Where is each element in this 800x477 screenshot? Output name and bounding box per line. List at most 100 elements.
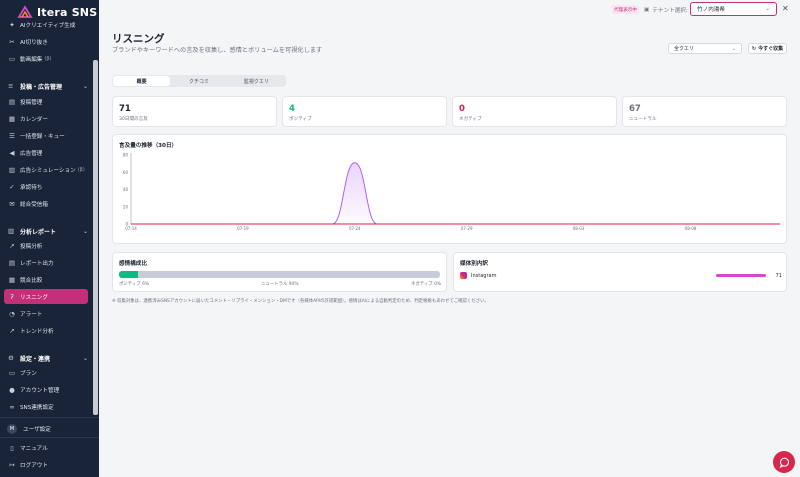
media-row-instagram: Instagram 71 xyxy=(460,271,782,280)
sidebar-item-video-edit[interactable]: ▭ 動画編集 (β) xyxy=(4,51,88,66)
sidebar-item-ad-simulation[interactable]: ▥ 広告シミュレーション (β) xyxy=(4,162,88,177)
sidebar-divider xyxy=(0,417,99,418)
sidebar-item-inbox[interactable]: ✉ 総合受信箱 xyxy=(4,196,88,211)
ear-icon: ʔ xyxy=(10,292,14,301)
user-settings-button[interactable]: M ユーザ設定 xyxy=(4,421,88,436)
sidebar-item-label: 総合受信箱 xyxy=(20,201,48,208)
series-area xyxy=(131,162,780,224)
query-select[interactable]: 全クエリ ⌄ xyxy=(668,43,742,54)
sidebar-item-ad-management[interactable]: ◀ 広告管理 xyxy=(4,145,88,160)
link-icon: ∞ xyxy=(9,402,15,411)
tenant-label: ▣ テナント選択: xyxy=(644,5,688,14)
stat-label: ニュートラル xyxy=(629,117,657,122)
list-icon: ☰ xyxy=(9,131,15,140)
sidebar-section-analytics[interactable]: ▥ 分析レポート ⌄ xyxy=(4,224,90,238)
x-tick-label: 07-14 xyxy=(125,226,137,231)
media-breakdown-card: 媒体別内訳 Instagram 71 xyxy=(453,252,787,292)
manual-link[interactable]: ▯ マニュアル xyxy=(4,440,88,455)
proxy-view-badge: 代理表示中 xyxy=(612,5,639,14)
positive-share-label: ポジティブ 6% xyxy=(119,282,150,287)
logout-button[interactable]: ↦ ログアウト xyxy=(4,457,88,472)
sidebar-item-label: リスニング xyxy=(20,294,48,301)
trend-icon: ↗ xyxy=(9,326,15,335)
volume-chart: 02040608007-14 07-19 07-24 07-29 08-03 08-08 xyxy=(123,153,780,231)
sidebar-item-competitor[interactable]: ▦ 競合比較 xyxy=(4,272,88,287)
gear-icon: ⚙ xyxy=(8,354,14,362)
x-tick-label: 07-29 xyxy=(461,226,473,231)
stat-card-negative: 0 ネガティブ xyxy=(452,96,617,127)
sidebar-section-settings[interactable]: ⚙ 設定・連携 ⌄ xyxy=(4,351,90,365)
megaphone-icon: ◀ xyxy=(9,148,15,157)
layers-icon: ≡ xyxy=(8,82,14,90)
calendar-icon: ▦ xyxy=(8,114,16,123)
collect-now-button[interactable]: ↻ 今すぐ収集 xyxy=(748,43,787,54)
close-icon[interactable]: ✕ xyxy=(782,4,789,13)
sidebar-item-label: 動画編集 xyxy=(20,56,43,63)
sidebar-item-report-export[interactable]: ▤ レポート出力 xyxy=(4,255,88,270)
stat-label: ポジティブ xyxy=(289,117,312,122)
sidebar-item-ai-creative[interactable]: ✦ AIクリエイティブ生成 xyxy=(4,17,88,32)
sidebar-item-trends[interactable]: ↗ トレンド分析 xyxy=(4,323,88,338)
sidebar-item-label: レポート出力 xyxy=(20,260,54,267)
sidebar: Itera SNS ✦ AIクリエイティブ生成 ✂ AI切り抜き ▭ 動画編集 … xyxy=(0,0,99,477)
bar-chart-icon: ▥ xyxy=(8,227,15,235)
stat-card-neutral: 67 ニュートラル xyxy=(622,96,787,127)
sentiment-positive-fill xyxy=(119,271,139,278)
negative-share-label: ネガティブ 0% xyxy=(411,282,442,287)
sidebar-item-label: SNS連携設定 xyxy=(20,404,54,411)
trend-icon: ↗ xyxy=(9,241,15,250)
sidebar-item-label: トレンド分析 xyxy=(20,328,54,335)
video-icon: ▭ xyxy=(8,54,16,63)
chevron-down-icon: ⌄ xyxy=(82,82,88,90)
refresh-icon: ↻ xyxy=(751,45,757,52)
user-icon: ● xyxy=(9,385,15,394)
series-line-mentions xyxy=(131,162,780,225)
sidebar-item-ai-clip[interactable]: ✂ AI切り抜き xyxy=(4,34,88,49)
stat-value: 4 xyxy=(289,104,295,114)
sidebar-item-approval[interactable]: ✓ 承認待ち xyxy=(4,179,88,194)
tab-reviews[interactable]: クチコミ xyxy=(170,76,227,86)
sidebar-item-plan[interactable]: ▭ プラン xyxy=(4,365,88,380)
x-tick-label: 07-24 xyxy=(349,226,361,231)
sidebar-item-label: 一括登録・キュー xyxy=(20,133,65,140)
y-tick-label: 40 xyxy=(123,187,129,192)
tab-overview[interactable]: 概要 xyxy=(113,76,171,86)
sidebar-item-label: アカウント管理 xyxy=(20,387,60,394)
instagram-icon xyxy=(460,272,467,279)
sidebar-item-bulk-queue[interactable]: ☰ 一括登録・キュー xyxy=(4,128,88,143)
tenant-select[interactable]: 竹ノ内湯希 ⌄ xyxy=(690,2,777,16)
sidebar-scrollbar[interactable] xyxy=(93,60,98,415)
inbox-icon: ✉ xyxy=(9,199,15,208)
sidebar-item-alerts[interactable]: ◔ アラート xyxy=(4,306,88,321)
sidebar-item-listening[interactable]: ʔ リスニング xyxy=(4,289,88,304)
sidebar-item-calendar[interactable]: ▦ カレンダー xyxy=(4,111,88,126)
query-select-value: 全クエリ xyxy=(674,46,695,52)
stat-card-positive: 4 ポジティブ xyxy=(282,96,447,127)
footnote: ※ 収集対象は、連携済みSNSアカウントに届いたコメント・リプライ・メンション・… xyxy=(112,299,489,304)
sentiment-bar xyxy=(119,271,440,278)
y-tick-label: 80 xyxy=(123,153,129,158)
sidebar-item-label: 広告管理 xyxy=(20,150,43,157)
sidebar-item-post-management[interactable]: ▤ 投稿管理 xyxy=(4,94,88,109)
chevron-down-icon: ⌄ xyxy=(731,45,736,52)
sidebar-item-label: 投稿分析 xyxy=(20,243,43,250)
sidebar-item-post-analytics[interactable]: ↗ 投稿分析 xyxy=(4,238,88,253)
chevron-down-icon: ⌄ xyxy=(765,6,770,12)
stat-label: ネガティブ xyxy=(459,117,482,122)
sidebar-section-posts-ads[interactable]: ≡ 投稿・広告管理 ⌄ xyxy=(4,79,90,93)
scissors-icon: ✂ xyxy=(9,37,15,46)
chat-button[interactable] xyxy=(773,451,795,473)
tab-monitor-queries[interactable]: 監視クエリ xyxy=(228,76,285,86)
file-icon: ▤ xyxy=(8,258,16,267)
y-tick-label: 60 xyxy=(123,170,129,175)
sidebar-section-label: 投稿・広告管理 xyxy=(20,83,63,91)
sidebar-item-sns-integration[interactable]: ∞ SNS連携設定 xyxy=(4,399,88,414)
sidebar-item-label: プラン xyxy=(20,370,37,377)
logout-icon: ↦ xyxy=(9,460,15,469)
stat-label: 30日間の言及 xyxy=(119,117,148,122)
page-subtitle: ブランドやキーワードへの言及を収集し、感情とボリュームを可視化します xyxy=(112,47,323,54)
sidebar-item-account-management[interactable]: ● アカウント管理 xyxy=(4,382,88,397)
chat-icon xyxy=(779,457,789,468)
stat-value: 71 xyxy=(119,104,131,114)
media-bar-fill xyxy=(716,274,766,277)
